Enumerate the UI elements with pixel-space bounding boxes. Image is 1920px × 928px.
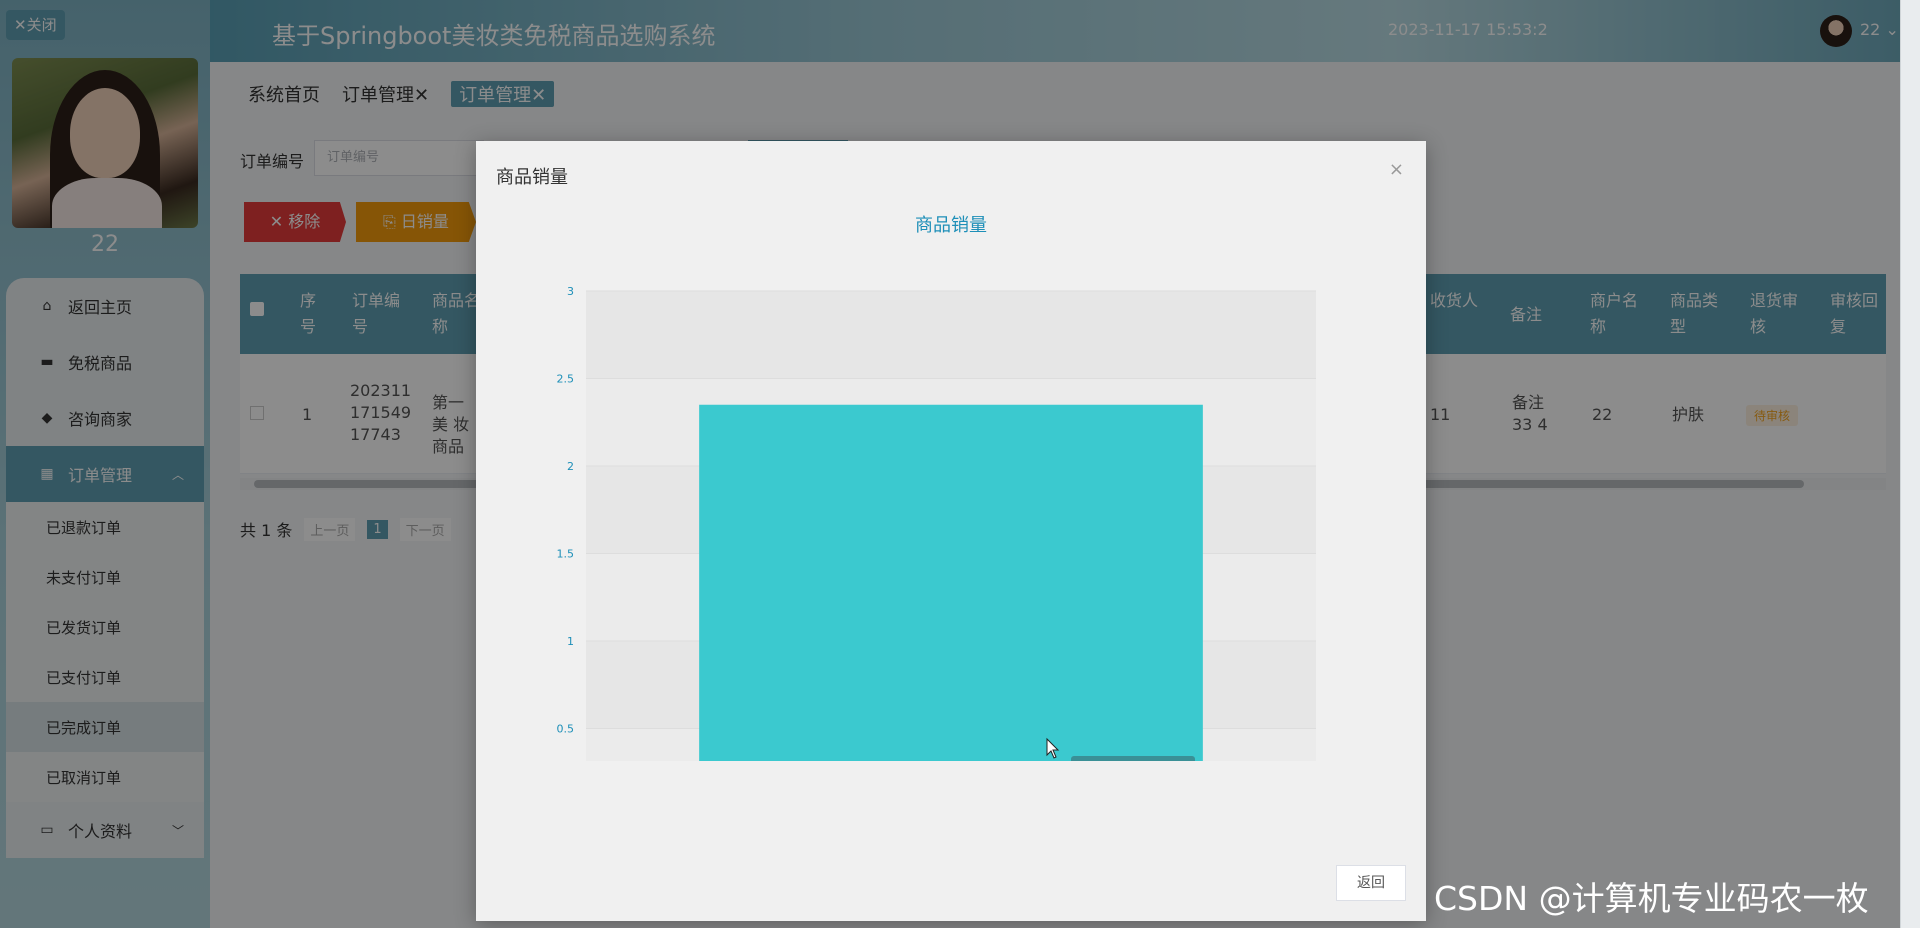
chart-title: 商品销量 — [915, 215, 987, 236]
y-tick-label: 3 — [567, 285, 574, 298]
chart-tooltip — [1071, 756, 1195, 796]
y-tick-label: 1 — [567, 635, 574, 648]
bar-chart: 00.511.522.53第一美妆商品第一美妆商品 : 3 — [557, 285, 1316, 835]
sales-modal: 商品销量 × 商品销量 00.511.522.53第一美妆商品第一美妆商品 : … — [476, 141, 1426, 921]
y-tick-label: 0.5 — [557, 723, 575, 736]
vertical-scrollbar[interactable] — [1900, 0, 1920, 928]
chart: 商品销量 00.511.522.53第一美妆商品第一美妆商品 : 3 — [476, 201, 1426, 835]
modal-title: 商品销量 — [496, 167, 568, 188]
y-tick-label: 1.5 — [557, 548, 575, 561]
y-tick-label: 2.5 — [557, 373, 575, 386]
back-button[interactable]: 返回 — [1336, 865, 1406, 901]
y-tick-label: 2 — [567, 460, 574, 473]
watermark: CSDN @计算机专业码农一枚 — [1434, 879, 1869, 918]
grid-band — [586, 291, 1316, 379]
chart-bar — [699, 404, 1203, 816]
close-icon[interactable]: × — [1389, 159, 1404, 180]
